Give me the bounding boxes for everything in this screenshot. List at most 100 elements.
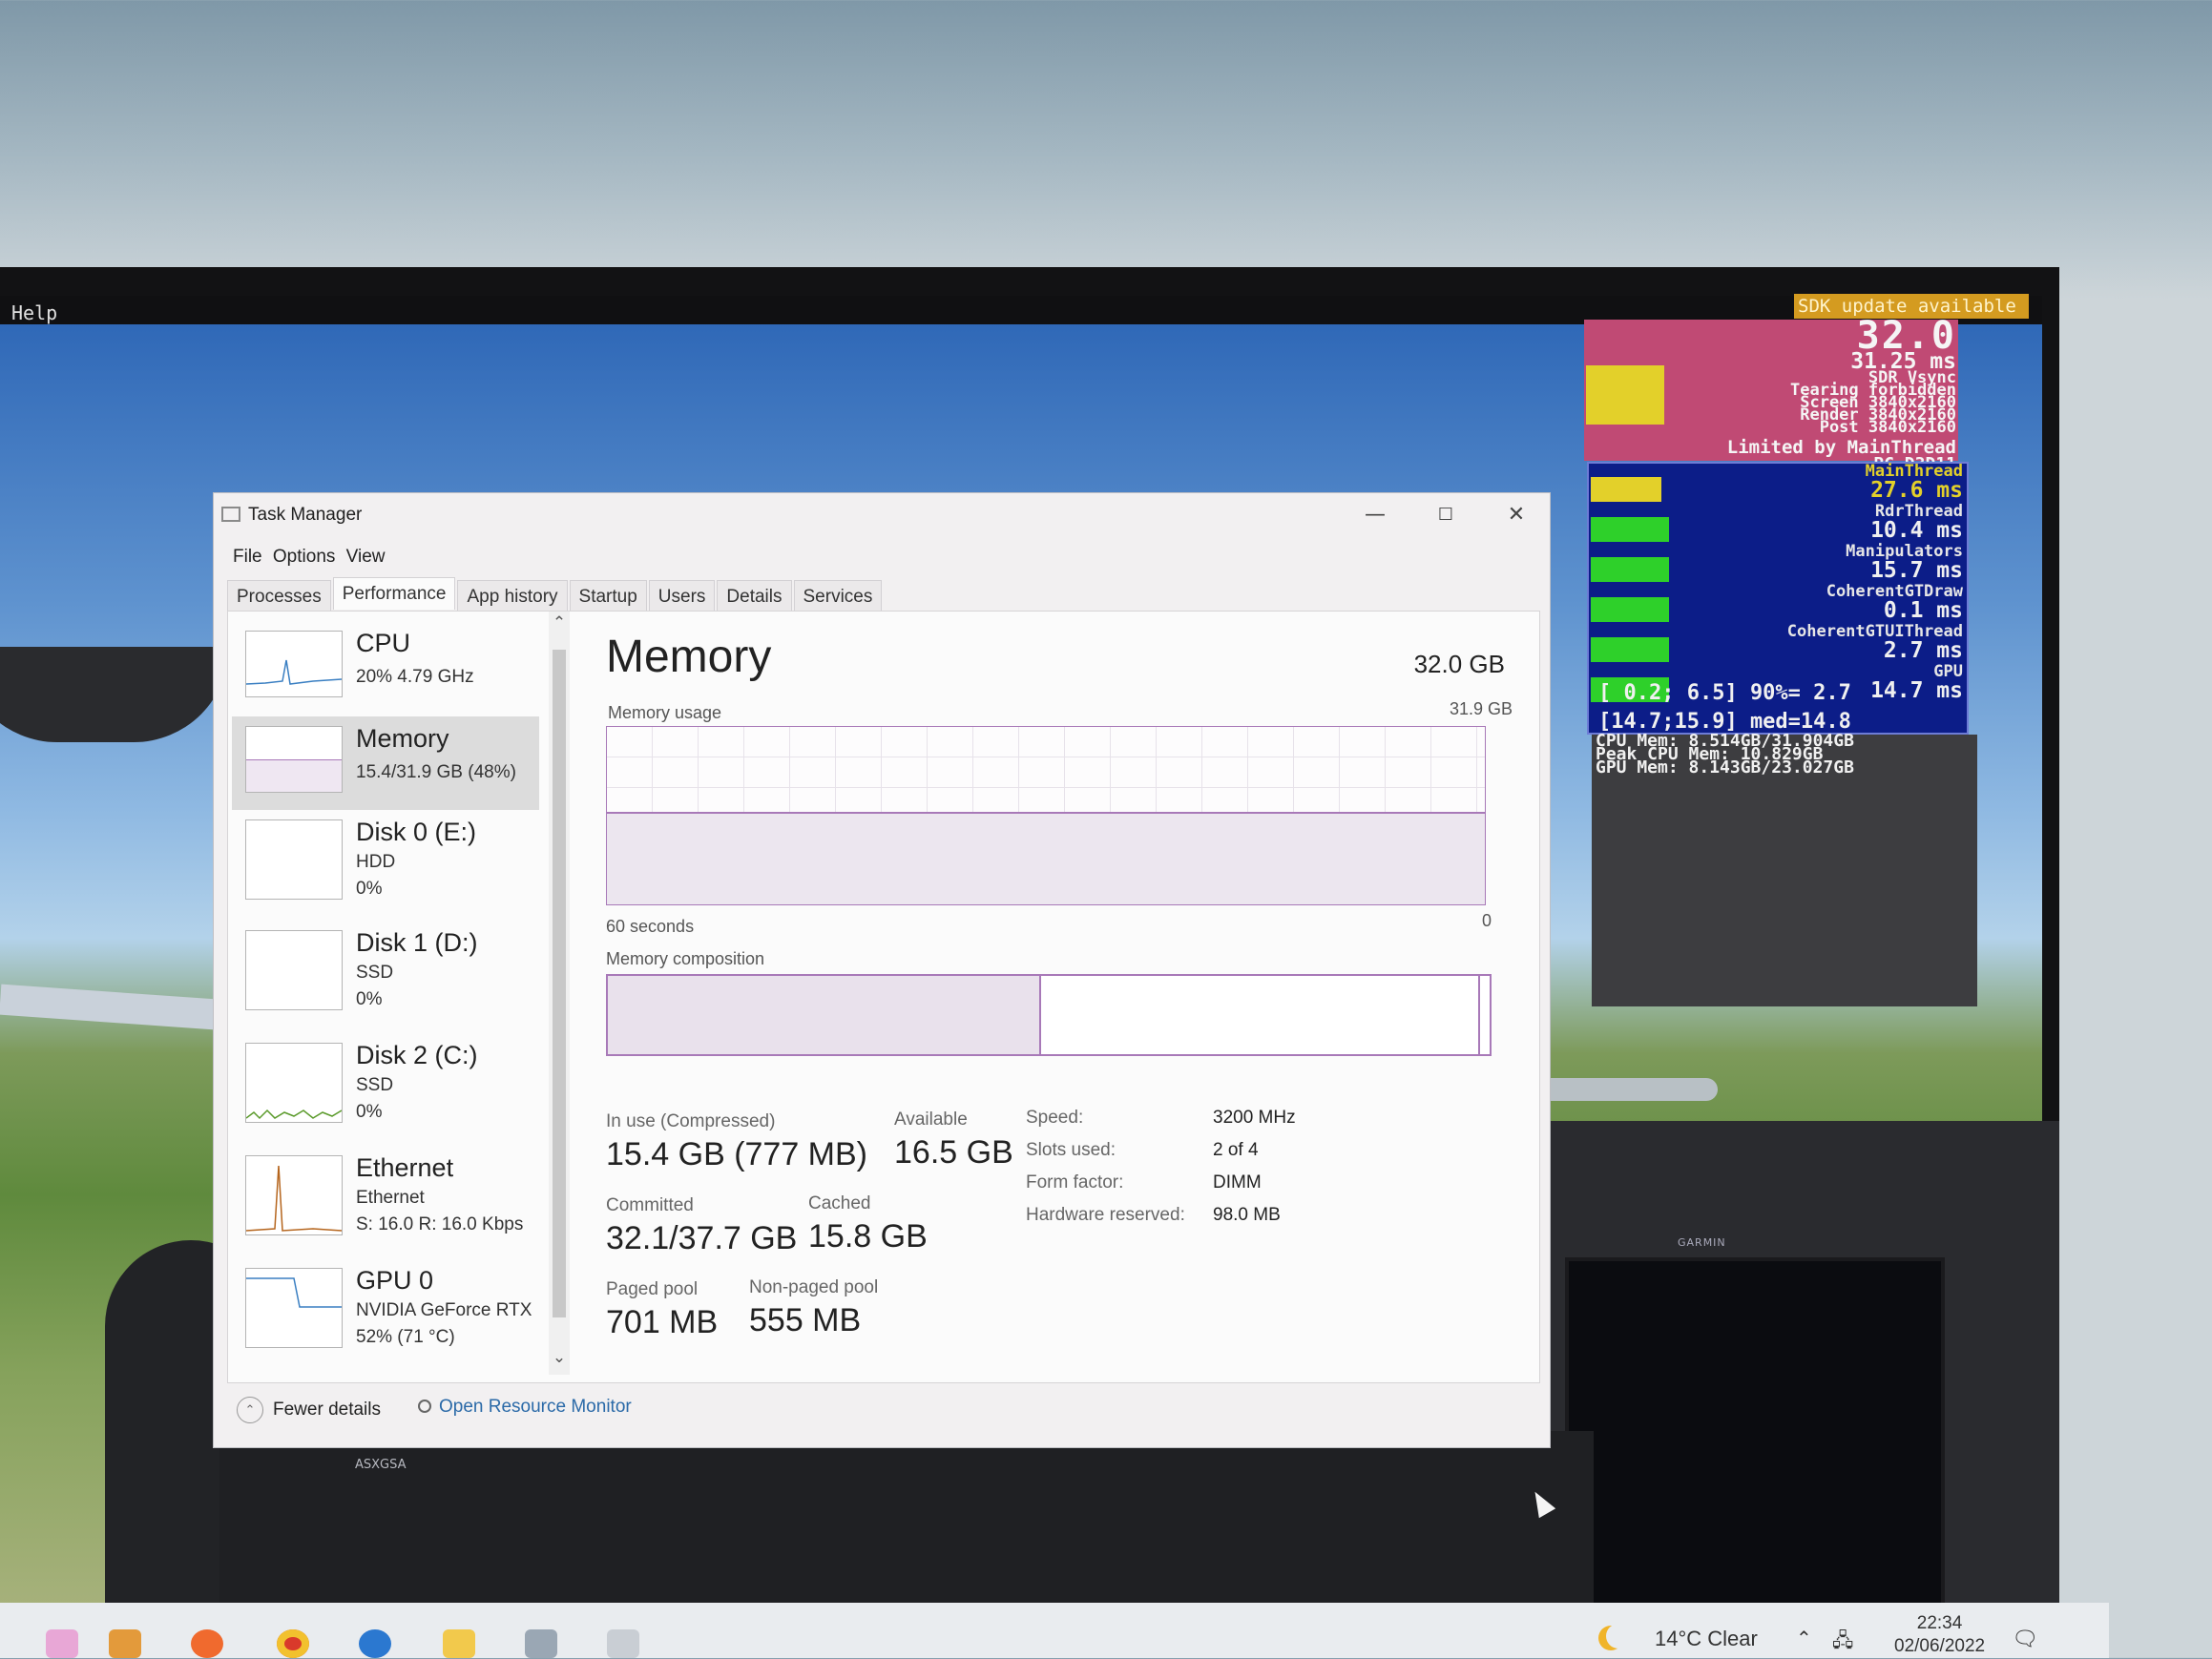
memory-mini-graph (245, 726, 343, 793)
chrome-icon[interactable] (277, 1629, 309, 1658)
tab-performance[interactable]: Performance (332, 577, 456, 610)
memory-detail: Memory 32.0 GB Memory usage 31.9 GB 60 s… (587, 612, 1532, 1375)
disk0-mini-graph (245, 819, 343, 900)
sidebar-item-memory[interactable]: Memory 15.4/31.9 GB (48%) (232, 716, 539, 810)
debug-mem-line: GPU Mem: 8.143GB/23.027GB (1596, 757, 1854, 778)
memory-usage-line (607, 812, 1485, 815)
composition-free-marker (1478, 976, 1480, 1054)
sidebar-title: Disk 0 (E:) (356, 818, 477, 846)
non-paged-pool-label: Non-paged pool (749, 1277, 879, 1297)
open-resource-monitor-label: Open Resource Monitor (439, 1397, 632, 1417)
debug-thread-bar (1591, 557, 1669, 582)
memory-composition-label: Memory composition (606, 949, 765, 968)
close-button[interactable]: ✕ (1483, 493, 1550, 537)
open-resource-monitor-link[interactable]: Open Resource Monitor (418, 1397, 632, 1418)
form-factor-label: Form factor: (1026, 1172, 1124, 1192)
debug-thread-row: RdrThread 10.4 ms (1589, 502, 1967, 544)
tab-services[interactable]: Services (793, 580, 883, 611)
menu-file[interactable]: File (233, 547, 262, 567)
sidebar-item-disk2[interactable]: Disk 2 (C:) SSD 0% (232, 1033, 539, 1127)
sidebar-detail: 0% (356, 879, 383, 899)
sidebar-detail: SSD (356, 963, 394, 983)
minimize-button[interactable]: — (1342, 493, 1409, 537)
paged-pool-value: 701 MB (606, 1304, 719, 1340)
sim-menu-help[interactable]: Help (11, 301, 57, 324)
cached-value: 15.8 GB (808, 1218, 928, 1255)
scroll-thumb[interactable] (553, 650, 566, 1317)
system-clock[interactable]: 22:34 02/06/2022 (1894, 1612, 1985, 1658)
weather-text[interactable]: 14°C Clear (1655, 1627, 1758, 1651)
app-icon[interactable] (109, 1629, 141, 1658)
window-footer: ⌃ Fewer details Open Resource Monitor (227, 1385, 1540, 1433)
performance-pane: CPU 20% 4.79 GHz Memory 15.4/31.9 GB (48… (227, 611, 1540, 1383)
non-paged-pool-value: 555 MB (749, 1302, 862, 1338)
start-widget-icon[interactable] (46, 1629, 78, 1658)
scroll-up-icon[interactable]: ⌃ (549, 613, 570, 636)
tab-users[interactable]: Users (648, 580, 716, 611)
sidebar-scrollbar[interactable]: ⌃ ⌄ (549, 612, 570, 1375)
debug-thread-value: 14.7 ms (1870, 678, 1963, 703)
menu-view[interactable]: View (346, 547, 386, 567)
tab-app-history[interactable]: App history (457, 580, 568, 611)
cockpit-label: ASXGSA (355, 1458, 407, 1472)
cockpit-lower-panel (219, 1431, 1594, 1612)
firefox-icon[interactable] (191, 1629, 223, 1658)
sidebar-item-gpu0[interactable]: GPU 0 NVIDIA GeForce RTX 52% (71 °C) (232, 1258, 539, 1352)
tab-strip: Processes Performance App history Startu… (227, 577, 884, 611)
chevron-up-icon: ⌃ (237, 1397, 263, 1423)
sidebar-detail: SSD (356, 1075, 394, 1095)
paged-pool-label: Paged pool (606, 1279, 699, 1299)
tab-startup[interactable]: Startup (569, 580, 647, 611)
weather-moon-icon (1606, 1624, 1631, 1649)
tab-details[interactable]: Details (717, 580, 792, 611)
disk2-mini-graph (245, 1043, 343, 1123)
resource-sidebar: CPU 20% 4.79 GHz Memory 15.4/31.9 GB (48… (228, 612, 570, 1375)
sidebar-item-disk1[interactable]: Disk 1 (D:) SSD 0% (232, 921, 539, 1014)
sidebar-detail: 20% 4.79 GHz (356, 667, 474, 687)
menubar: File Options View (233, 547, 391, 568)
sidebar-item-ethernet[interactable]: Ethernet Ethernet S: 16.0 R: 16.0 Kbps (232, 1146, 539, 1239)
debug-thread-value: 10.4 ms (1870, 518, 1963, 543)
sidebar-detail: 0% (356, 989, 383, 1009)
edge-icon[interactable] (359, 1629, 391, 1658)
committed-label: Committed (606, 1195, 694, 1215)
task-manager-taskbar-icon[interactable] (607, 1629, 639, 1658)
sidebar-title: Memory (356, 724, 449, 753)
sidebar-title: CPU (356, 629, 411, 657)
tray-chevron-icon[interactable]: ⌃ (1796, 1627, 1812, 1650)
notification-icon[interactable]: 🗨 (2012, 1627, 2038, 1651)
menu-options[interactable]: Options (273, 547, 335, 567)
cockpit-brand: GARMIN (1678, 1236, 1726, 1249)
debug-thread-bar (1591, 597, 1669, 622)
window-titlebar: Task Manager (221, 505, 362, 533)
propeller-spinner (0, 647, 229, 742)
committed-value: 32.1/37.7 GB (606, 1220, 798, 1256)
cpu-sparkline (246, 659, 342, 685)
sidebar-detail: NVIDIA GeForce RTX (356, 1300, 532, 1320)
sidebar-item-disk0[interactable]: Disk 0 (E:) HDD 0% (232, 810, 539, 903)
debug-thread-panel: MainThread 27.6 ms RdrThread 10.4 ms Manipul… (1587, 462, 1969, 735)
debug-thread-bar (1591, 477, 1661, 502)
clock-time: 22:34 (1916, 1613, 1963, 1633)
debug-thread-bar (1591, 517, 1669, 542)
fewer-details-button[interactable]: ⌃ Fewer details (237, 1397, 381, 1423)
network-icon[interactable]: 🖧 (1832, 1627, 1853, 1659)
slots-label: Slots used: (1026, 1140, 1116, 1160)
scroll-down-icon[interactable]: ⌄ (549, 1348, 570, 1371)
in-use-value: 15.4 GB (777 MB) (606, 1136, 868, 1172)
cockpit-display (1565, 1257, 1945, 1628)
memory-composition-bar (606, 974, 1492, 1056)
disk1-mini-graph (245, 930, 343, 1010)
maximize-button[interactable]: ☐ (1412, 493, 1479, 537)
debug-thread-value: 15.7 ms (1870, 558, 1963, 583)
hardware-reserved-label: Hardware reserved: (1026, 1205, 1185, 1225)
speed-label: Speed: (1026, 1108, 1084, 1128)
debug-thread-value: 2.7 ms (1883, 638, 1963, 663)
app-icon[interactable] (525, 1629, 557, 1658)
tab-processes[interactable]: Processes (227, 580, 331, 611)
graph-time-label: 60 seconds (606, 917, 695, 936)
memory-total: 32.0 GB (1413, 650, 1505, 678)
sidebar-detail: 15.4/31.9 GB (48%) (356, 762, 516, 782)
sidebar-item-cpu[interactable]: CPU 20% 4.79 GHz (232, 621, 539, 715)
file-explorer-icon[interactable] (443, 1629, 475, 1658)
